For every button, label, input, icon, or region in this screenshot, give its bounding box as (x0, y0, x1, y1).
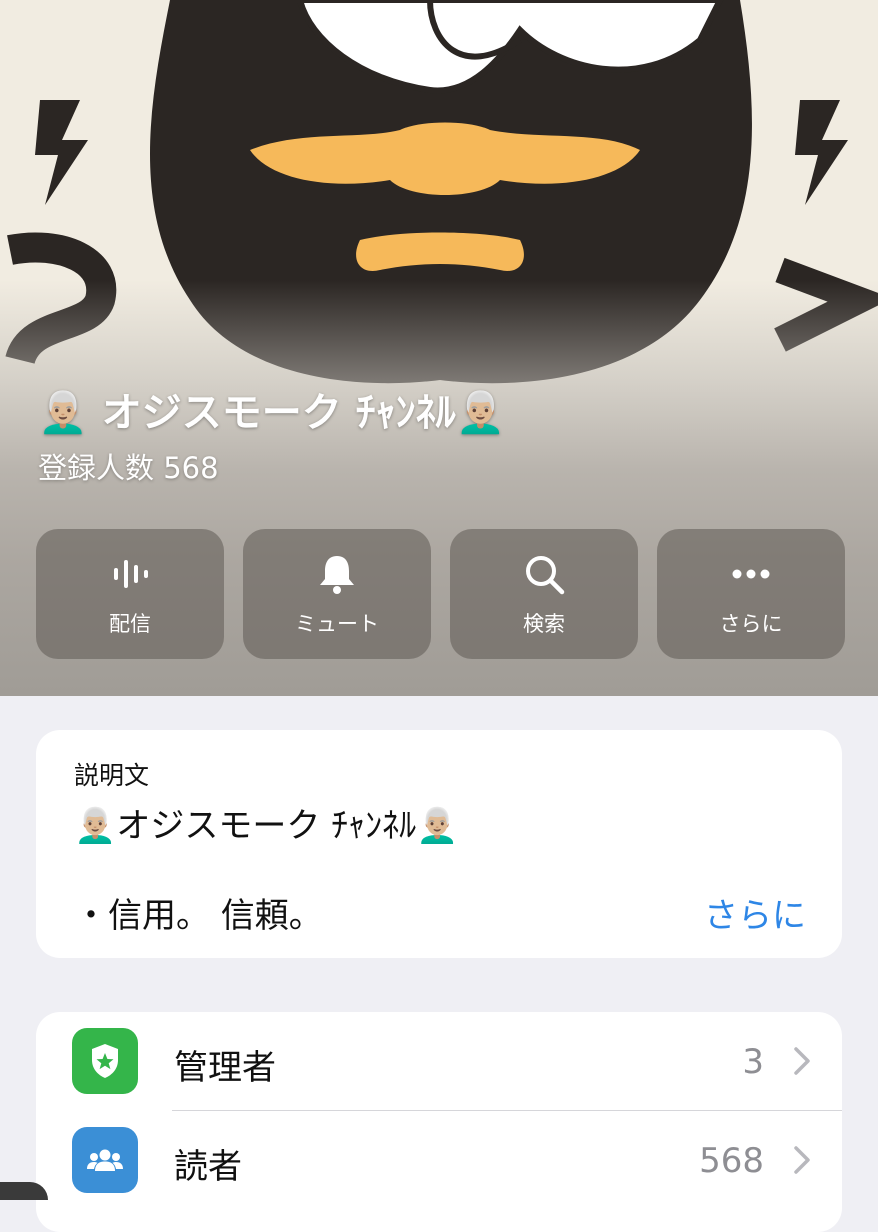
chevron-right-icon (794, 1146, 810, 1174)
description-heading: 説明文 (74, 761, 150, 790)
search-button[interactable]: 検索 (450, 529, 638, 659)
subscriber-count: 登録人数 568 (38, 451, 219, 485)
mute-label: ミュート (295, 612, 379, 636)
more-button[interactable]: さらに (657, 529, 845, 659)
broadcast-waveform-icon (114, 560, 148, 588)
chevron-right-icon (794, 1047, 810, 1075)
description-more-link[interactable]: さらに (704, 888, 806, 937)
description-text: ・信用。 信頼。 (74, 896, 323, 936)
broadcast-button[interactable]: 配信 (36, 529, 224, 659)
readers-count: 568 (699, 1141, 764, 1181)
description-card: 説明文 👨🏼‍🦳オジスモーク ﾁｬﾝﾈﾙ👨🏼‍🦳 ・信用。 信頼。 さらに (36, 730, 842, 958)
admins-icon-tile (72, 1028, 138, 1094)
broadcast-label: 配信 (109, 612, 151, 636)
search-label: 検索 (523, 612, 565, 636)
corner-overlay-tab[interactable] (0, 1182, 48, 1200)
channel-header: 👨🏼‍🦳 オジスモーク ﾁｬﾝﾈﾙ👨🏼‍🦳 登録人数 568 配信 ミュート (0, 0, 878, 696)
readers-icon-tile (72, 1127, 138, 1193)
bell-icon (320, 556, 354, 594)
people-group-icon (87, 1149, 123, 1171)
list-item-readers[interactable]: 読者 568 (36, 1111, 842, 1209)
channel-title: 👨🏼‍🦳 オジスモーク ﾁｬﾝﾈﾙ👨🏼‍🦳 (38, 390, 506, 436)
readers-label: 読者 (174, 1147, 242, 1187)
more-dots-icon (732, 569, 770, 579)
more-label: さらに (719, 612, 783, 636)
admins-label: 管理者 (174, 1048, 276, 1088)
search-icon (526, 556, 565, 595)
action-buttons: 配信 ミュート 検索 さらに (36, 529, 845, 659)
description-title: 👨🏼‍🦳オジスモーク ﾁｬﾝﾈﾙ👨🏼‍🦳 (74, 806, 459, 846)
admins-count: 3 (742, 1042, 764, 1082)
shield-star-icon (92, 1044, 118, 1078)
list-item-admins[interactable]: 管理者 3 (36, 1012, 842, 1111)
mute-button[interactable]: ミュート (243, 529, 431, 659)
members-list: 管理者 3 読者 568 (36, 1012, 842, 1232)
